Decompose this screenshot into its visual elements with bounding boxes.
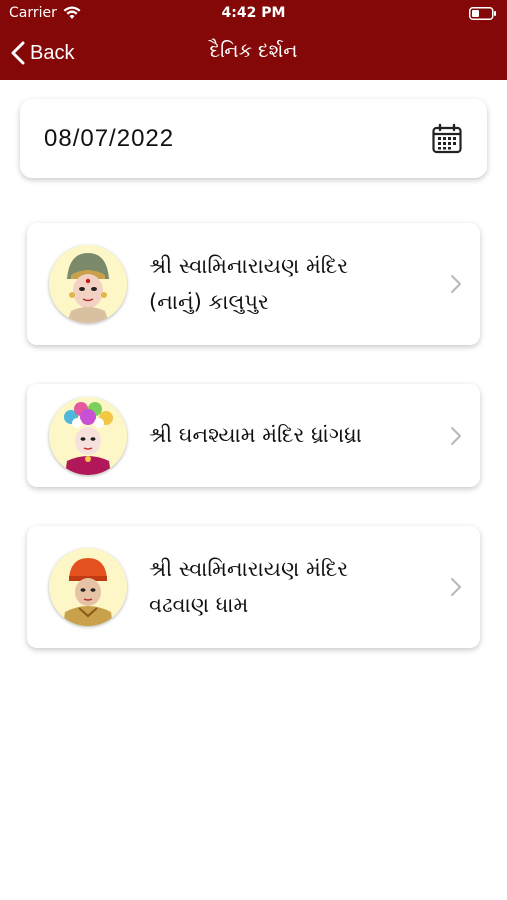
page-title: દૈનિક દર્શન	[209, 40, 298, 62]
chevron-right-icon	[451, 578, 461, 596]
status-time: 4:42 PM	[221, 5, 286, 21]
deity-avatar	[49, 548, 127, 626]
chevron-right-icon	[451, 427, 461, 445]
temple-name: શ્રી સ્વામિનારાયણ મંદિર (નાનું) કાલુપુર	[149, 254, 349, 314]
date-picker-field[interactable]: 08/07/2022	[20, 99, 487, 178]
chevron-right-icon	[451, 275, 461, 293]
temple-card-kalupur[interactable]: શ્રી સ્વામિનારાયણ મંદિર (નાનું) કાલુપુર	[27, 223, 480, 345]
temple-card-dhrangadhra[interactable]: શ્રી ઘનશ્યામ મંદિર ધ્રાંગધ્રા	[27, 384, 480, 487]
deity-image-icon	[49, 548, 127, 626]
deity-image-icon	[49, 245, 127, 323]
temple-name: શ્રી સ્વામિનારાયણ મંદિર વઢવાણ ધામ	[149, 557, 349, 617]
status-bar: Carrier 4:42 PM	[0, 0, 507, 28]
deity-avatar	[49, 397, 127, 475]
battery-icon	[469, 7, 496, 20]
temple-name: શ્રી ઘનશ્યામ મંદિર ધ્રાંગધ્રા	[149, 423, 362, 447]
navigation-bar: Back દૈનિક દર્શન	[0, 30, 507, 76]
deity-image-icon	[49, 397, 127, 475]
app-header: Carrier 4:42 PM Back દૈનિક દર્શન	[0, 0, 507, 80]
calendar-icon[interactable]	[431, 123, 463, 155]
temple-card-vadhvan[interactable]: શ્રી સ્વામિનારાયણ મંદિર વઢવાણ ધામ	[27, 526, 480, 648]
date-value: 08/07/2022	[44, 124, 175, 152]
deity-avatar	[49, 245, 127, 323]
